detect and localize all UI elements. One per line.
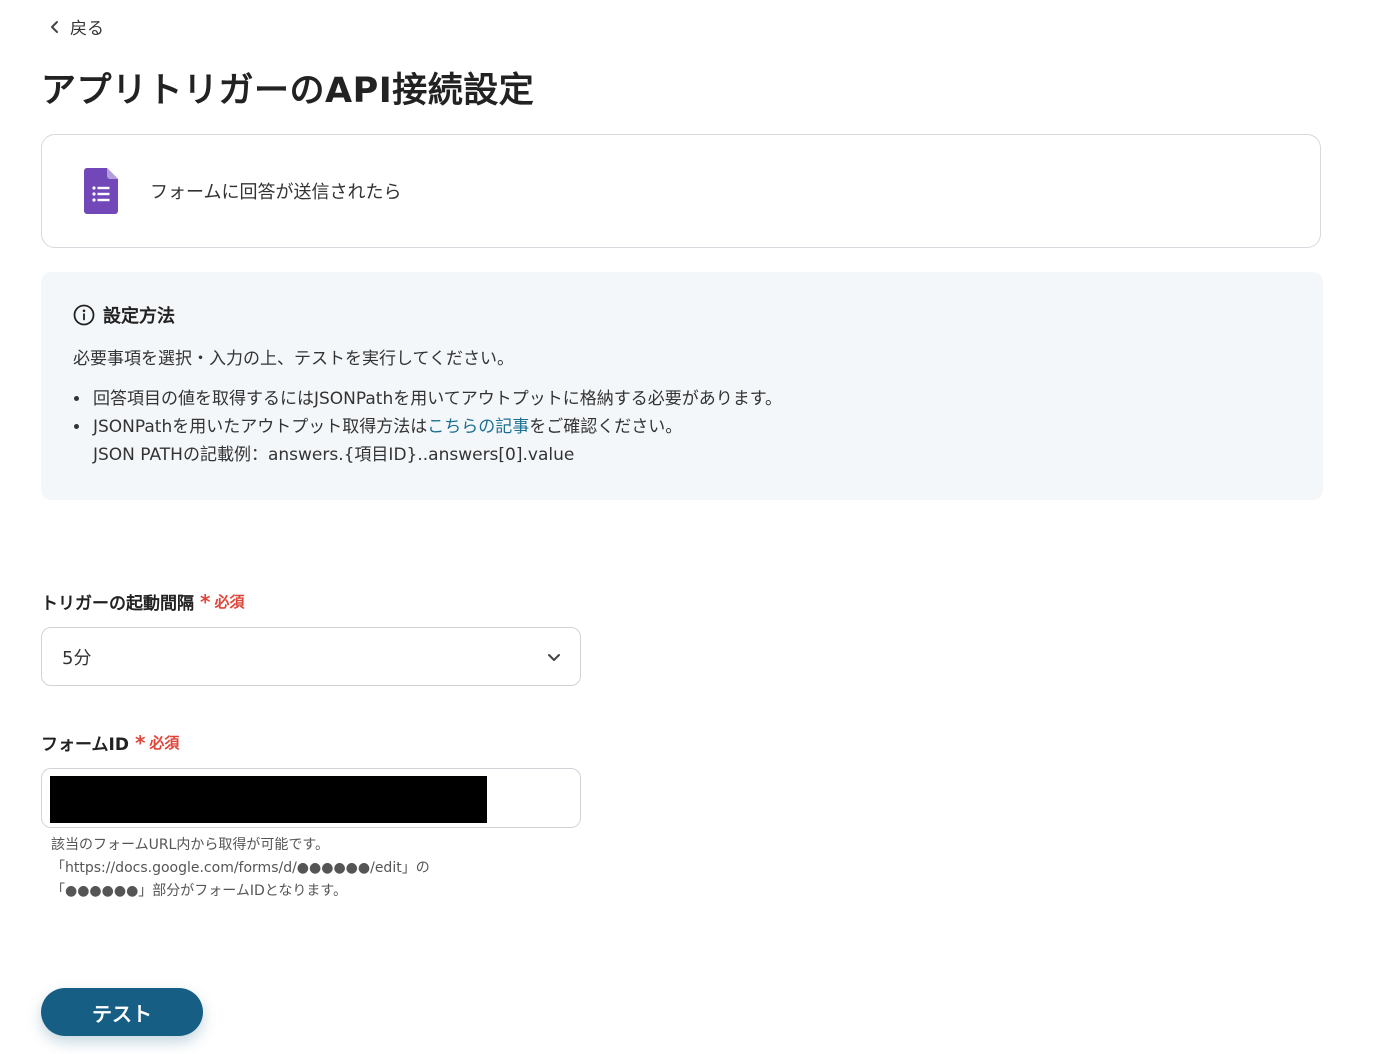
back-label: 戻る (70, 19, 104, 39)
hint-line: 該当のフォームURL内から取得が可能です。 (51, 837, 329, 853)
google-forms-icon (84, 168, 118, 214)
jsonpath-example: JSON PATHの記載例：answers.{項目ID}..answers[0]… (93, 445, 575, 465)
bullet2-suffix: をご確認ください。 (529, 417, 683, 437)
article-link[interactable]: こちらの記事 (427, 417, 529, 437)
redacted-value (50, 776, 487, 823)
trigger-app-card: フォームに回答が送信されたら (41, 134, 1321, 248)
required-badge: * 必須 (200, 591, 244, 612)
required-badge: * 必須 (135, 732, 179, 753)
list-item: 回答項目の値を取得するにはJSONPathを用いてアウトプットに格納する必要があ… (91, 385, 1291, 413)
list-item: JSONPathを用いたアウトプット取得方法はこちらの記事をご確認ください。 J… (91, 413, 1291, 469)
interval-label: トリガーの起動間隔 * 必須 (41, 589, 244, 615)
interval-select[interactable]: 5分 (41, 627, 581, 686)
instructions-list: 回答項目の値を取得するにはJSONPathを用いてアウトプットに格納する必要があ… (73, 385, 1291, 469)
interval-label-text: トリガーの起動間隔 (41, 594, 194, 614)
bullet2-prefix: JSONPathを用いたアウトプット取得方法は (93, 417, 428, 437)
asterisk-icon: * (200, 589, 211, 614)
setup-instructions: 設定方法 必要事項を選択・入力の上、テストを実行してください。 回答項目の値を取… (41, 272, 1323, 500)
info-icon (73, 304, 95, 326)
instructions-heading-text: 設定方法 (103, 306, 175, 327)
form-id-label-text: フォームID (41, 735, 129, 755)
form-id-input[interactable] (41, 768, 581, 828)
hint-line: 「https://docs.google.com/forms/d/●●●●●●/… (51, 860, 430, 876)
asterisk-icon: * (134, 730, 146, 755)
page: 戻る アプリトリガーのAPI接続設定 フォームに回答が送信されたら 設定方法 必… (0, 0, 1384, 1054)
page-title: アプリトリガーのAPI接続設定 (41, 71, 535, 111)
chevron-down-icon (548, 653, 560, 661)
hint-line: 「●●●●●●」部分がフォームIDとなります。 (51, 883, 347, 899)
trigger-label: フォームに回答が送信されたら (150, 182, 402, 203)
required-text: 必須 (214, 593, 245, 611)
instructions-description: 必要事項を選択・入力の上、テストを実行してください。 (73, 349, 514, 369)
instructions-heading: 設定方法 (73, 302, 1291, 328)
form-id-label: フォームID * 必須 (41, 730, 179, 756)
test-button[interactable]: テスト (41, 988, 203, 1036)
interval-selected-value: 5分 (62, 647, 92, 669)
required-text: 必須 (149, 734, 180, 752)
back-link[interactable]: 戻る (48, 14, 104, 39)
chevron-left-icon (51, 20, 58, 33)
form-id-hint: 該当のフォームURL内から取得が可能です。 「https://docs.goog… (51, 834, 430, 903)
